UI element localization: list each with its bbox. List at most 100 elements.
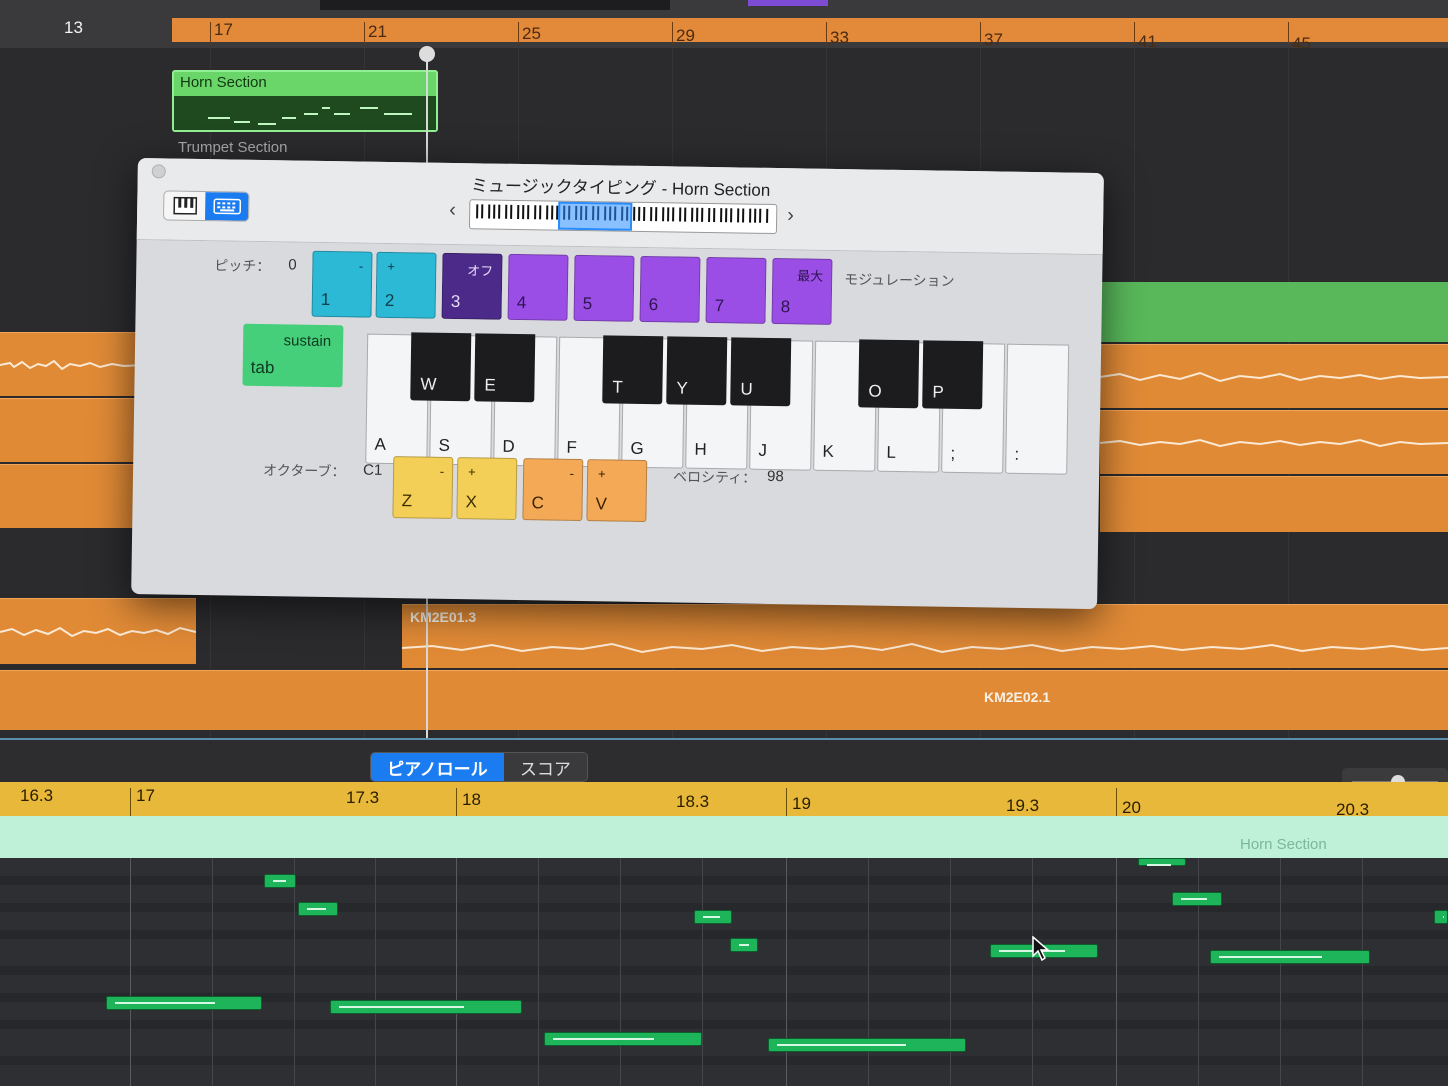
audio-region[interactable]: [1100, 476, 1448, 532]
view-mode-toggle[interactable]: [163, 190, 250, 222]
playhead-handle[interactable]: [419, 46, 435, 62]
key-label: ;: [950, 443, 956, 463]
black-key[interactable]: U: [730, 337, 792, 407]
ruler-position: 16.3: [20, 786, 54, 805]
bar-number: 33: [830, 28, 849, 47]
midi-note[interactable]: [1210, 950, 1370, 964]
region-name: KM2E02.1: [984, 689, 1051, 705]
velocity-down-key[interactable]: - C: [522, 458, 584, 522]
black-key[interactable]: Y: [666, 336, 728, 406]
music-typing-window[interactable]: ミュージックタイピング - Horn Section ‹ › ピッチ： 0 - …: [131, 158, 1104, 610]
keyboard-range-selector[interactable]: [468, 199, 778, 235]
ruler-position: 18: [462, 790, 481, 809]
sustain-shortcut: tab: [250, 357, 275, 378]
midi-note[interactable]: [694, 910, 732, 924]
pad-key: 5: [582, 294, 593, 314]
midi-note[interactable]: [264, 874, 296, 888]
velocity-value: 98: [766, 467, 784, 486]
editor-ruler[interactable]: 16.3 17 17.3 18 18.3 19 19.3 20 20.3: [0, 782, 1448, 819]
tab-score[interactable]: スコア: [503, 753, 587, 781]
pad-key: V: [595, 494, 608, 514]
key-label: U: [740, 379, 753, 399]
audio-region[interactable]: KM2E02.1: [0, 670, 1448, 730]
modulation-off-key[interactable]: オフ 3: [441, 252, 503, 320]
velocity-label: ベロシティ：: [672, 468, 757, 486]
black-key[interactable]: T: [602, 335, 664, 405]
audio-region[interactable]: [0, 598, 196, 664]
bar-number: 25: [522, 24, 541, 43]
midi-region[interactable]: [1100, 282, 1448, 342]
sustain-key[interactable]: sustain tab: [242, 323, 344, 388]
bar-number: 29: [676, 26, 695, 45]
key-label: P: [932, 382, 944, 402]
toolbar-strip: [320, 0, 670, 10]
piano-roll-grid[interactable]: [0, 858, 1448, 1086]
pad-hint: 最大: [797, 268, 824, 284]
chevron-left-icon[interactable]: ‹: [449, 199, 456, 222]
modulation-key[interactable]: 4: [507, 253, 569, 321]
chevron-right-icon[interactable]: ›: [787, 204, 794, 227]
horn-section-region[interactable]: Horn Section: [172, 70, 438, 132]
midi-note[interactable]: [330, 1000, 522, 1014]
midi-note[interactable]: [544, 1032, 702, 1046]
window-title: ミュージックタイピング - Horn Section: [470, 176, 771, 200]
editor-view-switch[interactable]: ピアノロール スコア: [370, 752, 588, 782]
velocity-up-key[interactable]: + V: [586, 459, 648, 523]
key-label: K: [822, 441, 834, 461]
white-key[interactable]: :: [1005, 343, 1070, 475]
midi-note[interactable]: [1434, 910, 1448, 924]
black-key[interactable]: P: [922, 340, 984, 410]
region-name: Horn Section: [180, 74, 267, 91]
pitch-up-key[interactable]: + 2: [375, 251, 437, 319]
midi-note[interactable]: [768, 1038, 966, 1052]
midi-note[interactable]: [298, 902, 338, 916]
audio-region[interactable]: [0, 332, 142, 396]
region-name: Horn Section: [1240, 836, 1327, 853]
key-label: F: [566, 437, 578, 457]
audio-region[interactable]: [1100, 410, 1448, 474]
octave-down-key[interactable]: - Z: [392, 456, 454, 519]
key-label: W: [420, 374, 437, 394]
pad-hint: +: [597, 466, 606, 482]
toolbar-button-accent[interactable]: [748, 0, 828, 6]
ruler-position: 18.3: [676, 792, 710, 811]
key-label: H: [694, 439, 707, 459]
modulation-key[interactable]: 7: [705, 256, 767, 324]
ruler-position: 20: [1122, 798, 1141, 817]
region-header-strip[interactable]: [0, 816, 1448, 858]
midi-note[interactable]: [1138, 858, 1186, 866]
pad-hint: オフ: [467, 263, 494, 279]
pad-hint: +: [467, 464, 476, 480]
key-label: D: [502, 436, 515, 456]
pad-key: 4: [516, 292, 527, 313]
pad-key: 7: [714, 296, 725, 316]
octave-up-key[interactable]: + X: [456, 457, 518, 520]
top-ruler[interactable]: 13 17 21 25 29 33 37 41 45: [0, 0, 1448, 53]
modulation-max-key[interactable]: 最大 8: [771, 257, 833, 325]
black-key[interactable]: O: [858, 339, 920, 409]
ruler-position: 17.3: [346, 788, 380, 807]
black-key[interactable]: E: [474, 333, 536, 403]
tab-piano-roll[interactable]: ピアノロール: [371, 753, 504, 781]
audio-region[interactable]: [0, 398, 142, 462]
pad-key: Z: [401, 491, 413, 511]
black-key[interactable]: W: [410, 332, 472, 402]
modulation-key[interactable]: 5: [573, 254, 635, 322]
midi-note[interactable]: [1172, 892, 1222, 906]
pitch-down-key[interactable]: - 1: [311, 250, 373, 318]
piano-icon[interactable]: [164, 191, 206, 221]
ruler-position: 19.3: [1006, 796, 1040, 815]
key-label: G: [630, 438, 644, 458]
window-titlebar[interactable]: ミュージックタイピング - Horn Section ‹ ›: [136, 158, 1104, 256]
midi-note[interactable]: [730, 938, 758, 952]
audio-region[interactable]: [1100, 344, 1448, 408]
audio-region[interactable]: KM2E01.3: [402, 604, 1448, 668]
modulation-label: モジュレーション: [844, 271, 955, 289]
audio-region[interactable]: [0, 464, 142, 528]
key-label: S: [438, 435, 451, 455]
bar-number: 13: [64, 18, 83, 37]
visible-range-highlight[interactable]: [557, 201, 633, 231]
modulation-key[interactable]: 6: [639, 255, 701, 323]
midi-note[interactable]: [106, 996, 262, 1010]
keyboard-icon[interactable]: [205, 192, 249, 221]
